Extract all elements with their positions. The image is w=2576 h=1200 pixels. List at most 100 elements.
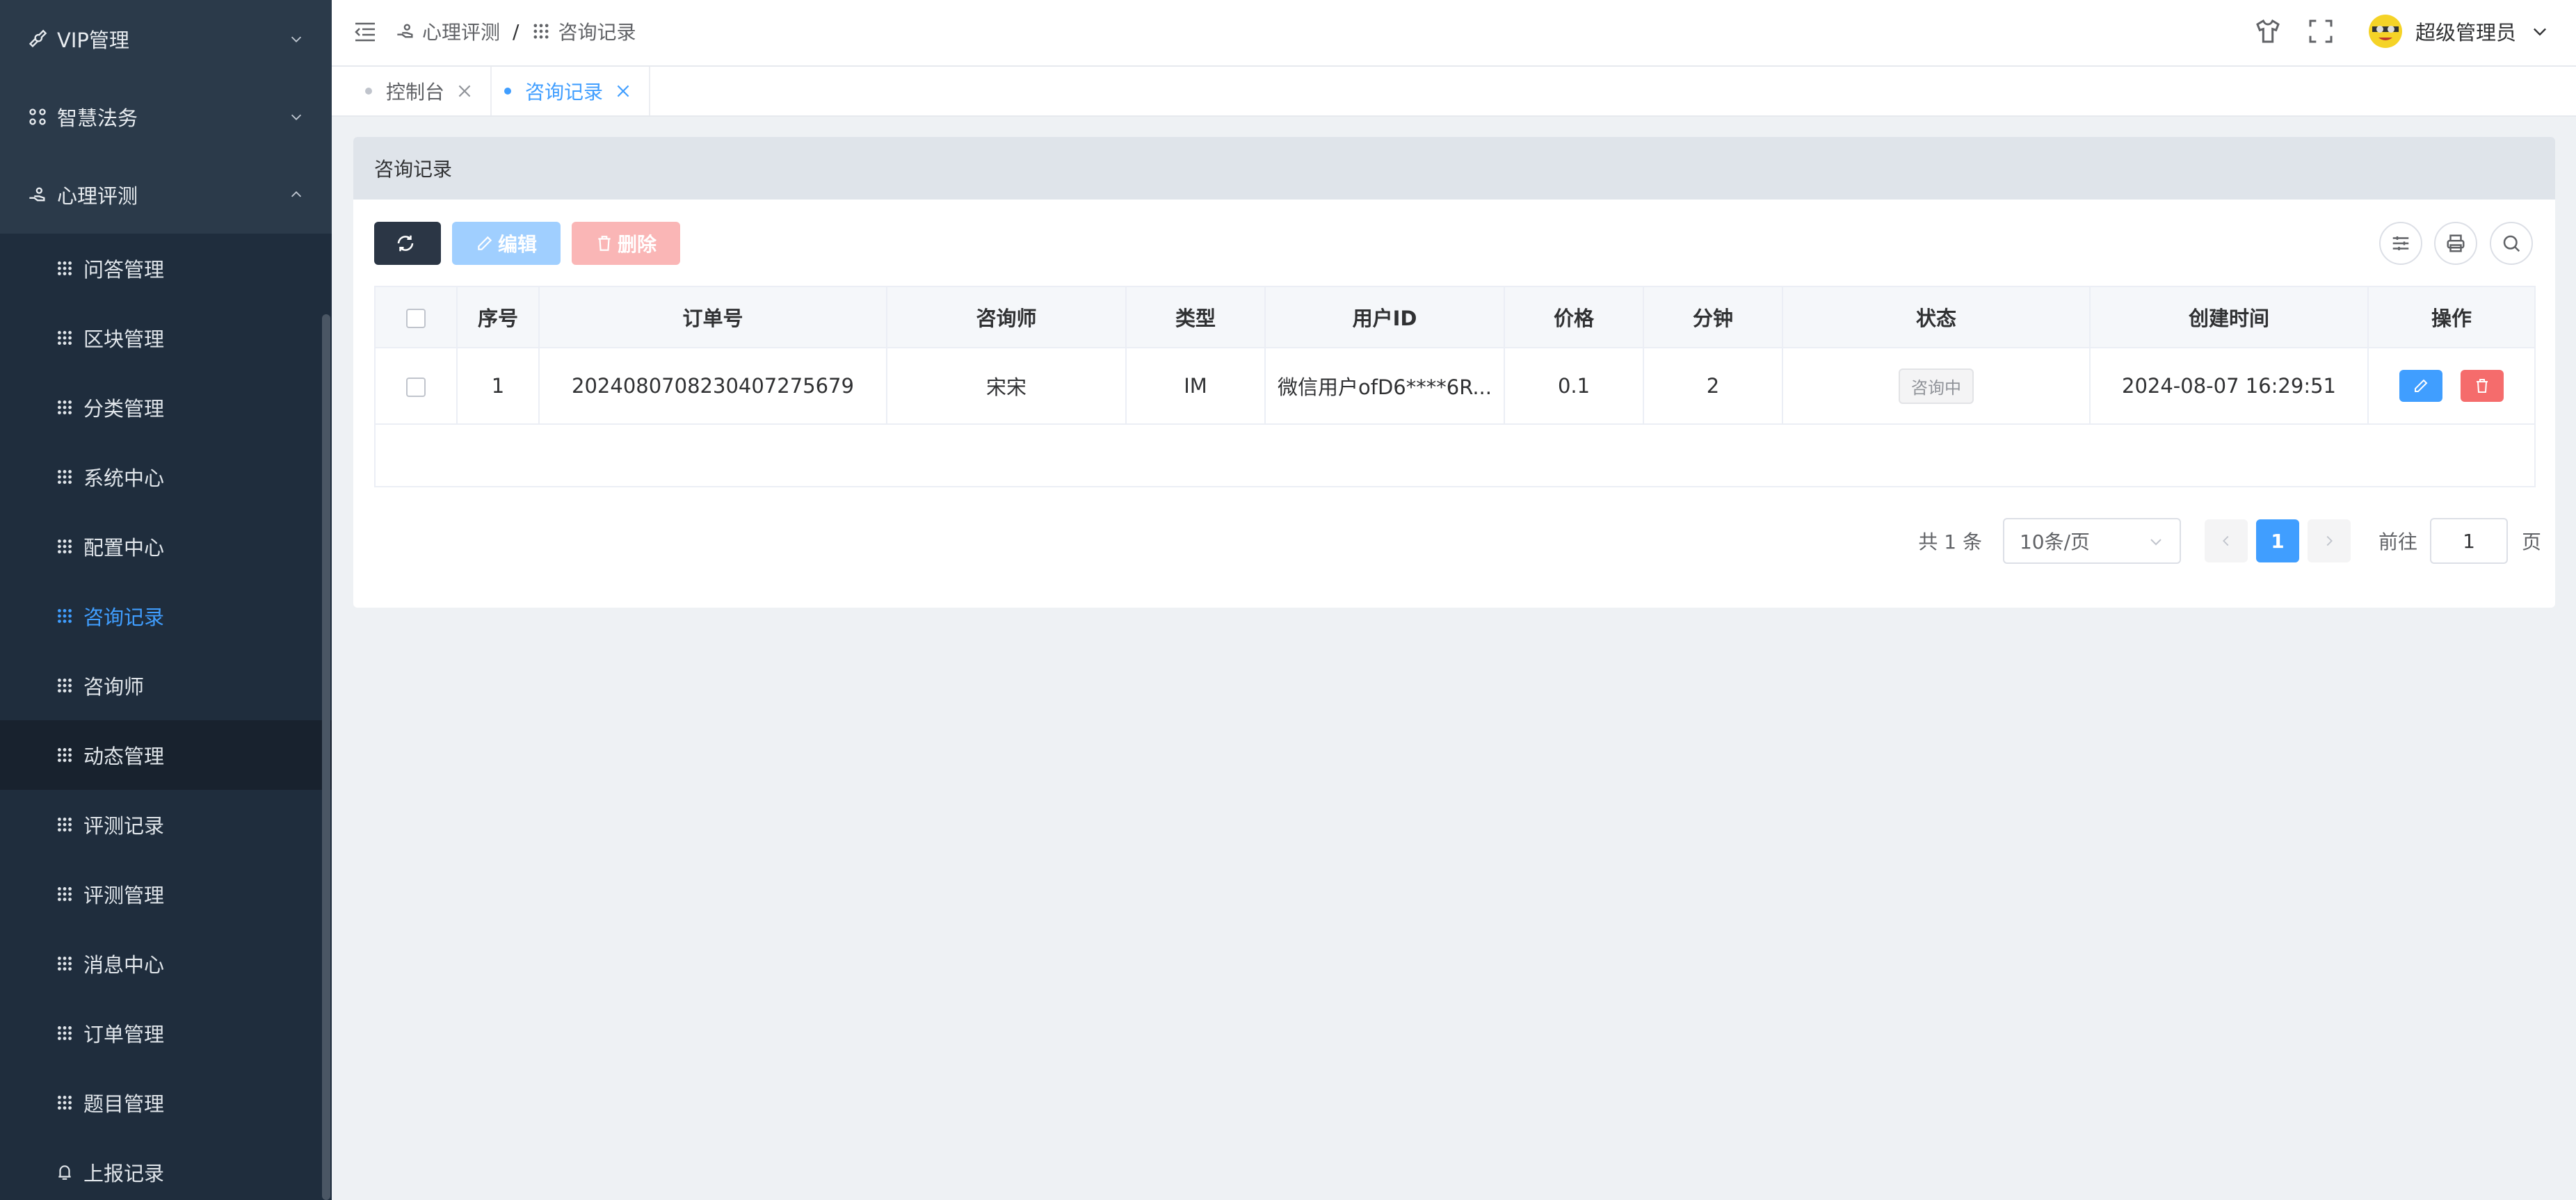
- fullscreen-icon[interactable]: [2307, 17, 2335, 45]
- card-title: 咨询记录: [353, 137, 2555, 200]
- search-icon: [2503, 235, 2520, 252]
- trash-icon: [598, 236, 611, 251]
- menu-vip[interactable]: VIP管理: [0, 0, 332, 78]
- sidebar-item-11[interactable]: 订单管理: [0, 998, 332, 1068]
- cell-minutes: 2: [1643, 347, 1783, 425]
- tab-dashboard[interactable]: 控制台: [353, 67, 492, 115]
- empty-cell: [374, 423, 2536, 487]
- sidebar-item-label: 区块管理: [83, 327, 165, 351]
- goto-page-input[interactable]: 1: [2429, 518, 2508, 564]
- column-header: 类型: [1125, 286, 1266, 348]
- menu-legal[interactable]: 智慧法务: [0, 78, 332, 156]
- cell-counselor: 宋宋: [886, 347, 1127, 425]
- breadcrumb-separator: /: [513, 19, 520, 43]
- breadcrumb-current: 咨询记录: [558, 21, 636, 44]
- chevron-right-icon: [2326, 535, 2333, 546]
- table-row[interactable]: 1 2024080708230407275679 宋宋 IM 微信用户ofD6*…: [374, 347, 2536, 425]
- sidebar-item-5[interactable]: 咨询记录: [0, 581, 332, 651]
- search-button[interactable]: [2490, 222, 2533, 265]
- grid-icon: [58, 261, 72, 275]
- sidebar-item-0[interactable]: 问答管理: [0, 234, 332, 303]
- column-header: 用户ID: [1264, 286, 1505, 348]
- refresh-button[interactable]: [374, 222, 441, 265]
- sidebar-item-10[interactable]: 消息中心: [0, 929, 332, 998]
- sidebar-item-3[interactable]: 系统中心: [0, 442, 332, 512]
- trash-icon: [2476, 379, 2488, 393]
- cell-index: 1: [456, 347, 540, 425]
- content-card: 咨询记录 编辑 删除 序号 订单号 咨询师 类型 用户ID 价格 分钟 状态 创…: [353, 137, 2555, 608]
- column-header: 咨询师: [886, 286, 1127, 348]
- delete-button-label: 删除: [617, 233, 657, 256]
- row-delete-button[interactable]: [2460, 370, 2504, 402]
- sidebar-item-8[interactable]: 评测记录: [0, 790, 332, 859]
- menu-label: 心理评测: [57, 184, 138, 208]
- menu-label: VIP管理: [57, 29, 129, 52]
- row-checkbox[interactable]: [406, 378, 426, 397]
- menu-fold-icon[interactable]: [353, 21, 378, 43]
- sidebar-item-6[interactable]: 咨询师: [0, 651, 332, 720]
- close-icon[interactable]: [456, 82, 474, 100]
- chevron-left-icon: [2223, 535, 2229, 546]
- sidebar-item-label: 问答管理: [83, 258, 165, 282]
- chevron-down-icon: [291, 36, 302, 42]
- user-name[interactable]: 超级管理员: [2415, 17, 2516, 46]
- sidebar-item-12[interactable]: 题目管理: [0, 1068, 332, 1137]
- avatar[interactable]: [2368, 14, 2403, 49]
- header-actions: 超级管理员: [2229, 0, 2550, 63]
- goto-suffix: 页: [2521, 530, 2541, 553]
- column-header: 创建时间: [2089, 286, 2369, 348]
- sidebar-item-label: 系统中心: [83, 467, 165, 490]
- sidebar-item-label: 动态管理: [83, 745, 165, 768]
- sidebar-item-2[interactable]: 分类管理: [0, 373, 332, 442]
- breadcrumb-item[interactable]: 心理评测: [422, 17, 500, 45]
- column-header: 订单号: [538, 286, 887, 348]
- grid-icon: [58, 609, 72, 623]
- grid-icon: [58, 1096, 72, 1110]
- sidebar-item-13[interactable]: 上报记录: [0, 1137, 332, 1200]
- cloud-hand-icon: [397, 24, 413, 38]
- top-header: 心理评测 / 咨询记录 超级管理员: [332, 0, 2576, 67]
- tab-consult-records[interactable]: 咨询记录: [492, 67, 651, 115]
- goto-label: 前往: [2378, 530, 2417, 553]
- tab-dot: [365, 88, 372, 95]
- sliders-icon: [2392, 236, 2409, 250]
- edit-button[interactable]: 编辑: [452, 222, 561, 265]
- page-size-select[interactable]: 10条/页: [2002, 518, 2181, 564]
- sidebar-item-label: 分类管理: [83, 397, 165, 421]
- column-settings-button[interactable]: [2379, 222, 2422, 265]
- grid-icon: [533, 24, 549, 39]
- menu-psych[interactable]: 心理评测: [0, 156, 332, 234]
- sidebar-item-7[interactable]: 动态管理: [0, 720, 332, 790]
- grid-icon: [58, 540, 72, 553]
- prev-page-button[interactable]: [2204, 519, 2248, 562]
- row-select-cell: [374, 347, 458, 425]
- sidebar-item-1[interactable]: 区块管理: [0, 303, 332, 373]
- refresh-icon: [397, 235, 414, 252]
- chevron-up-icon: [291, 191, 302, 197]
- tab-label: 控制台: [386, 81, 445, 104]
- print-button[interactable]: [2434, 222, 2477, 265]
- sidebar-item-4[interactable]: 配置中心: [0, 512, 332, 581]
- data-table: 序号 订单号 咨询师 类型 用户ID 价格 分钟 状态 创建时间 操作 1 20…: [374, 286, 2536, 487]
- grid-icon: [58, 818, 72, 832]
- cell-order-no: 2024080708230407275679: [538, 347, 887, 425]
- grid-icon: [58, 331, 72, 345]
- grid-icon: [58, 748, 72, 762]
- sidebar-item-label: 上报记录: [83, 1162, 165, 1185]
- chevron-down-icon[interactable]: [2530, 22, 2550, 41]
- select-all-checkbox[interactable]: [406, 309, 426, 328]
- row-edit-button[interactable]: [2399, 370, 2443, 402]
- sidebar-scrollbar[interactable]: [322, 314, 330, 1200]
- shirt-icon[interactable]: [2254, 17, 2282, 45]
- next-page-button[interactable]: [2307, 519, 2351, 562]
- cell-type: IM: [1125, 347, 1266, 425]
- chevron-down-icon: [291, 114, 302, 120]
- grid-icon: [58, 1026, 72, 1040]
- page-number-current[interactable]: 1: [2255, 519, 2299, 562]
- submenu-psych: 问答管理区块管理分类管理系统中心配置中心 咨询记录 咨询师动态管理评测记录评测管理消…: [0, 234, 332, 1200]
- sidebar-item-label: 评测记录: [83, 814, 165, 838]
- toolbar: 编辑 删除: [353, 200, 2555, 286]
- delete-button[interactable]: 删除: [572, 222, 680, 265]
- sidebar-item-9[interactable]: 评测管理: [0, 859, 332, 929]
- close-icon[interactable]: [614, 82, 632, 100]
